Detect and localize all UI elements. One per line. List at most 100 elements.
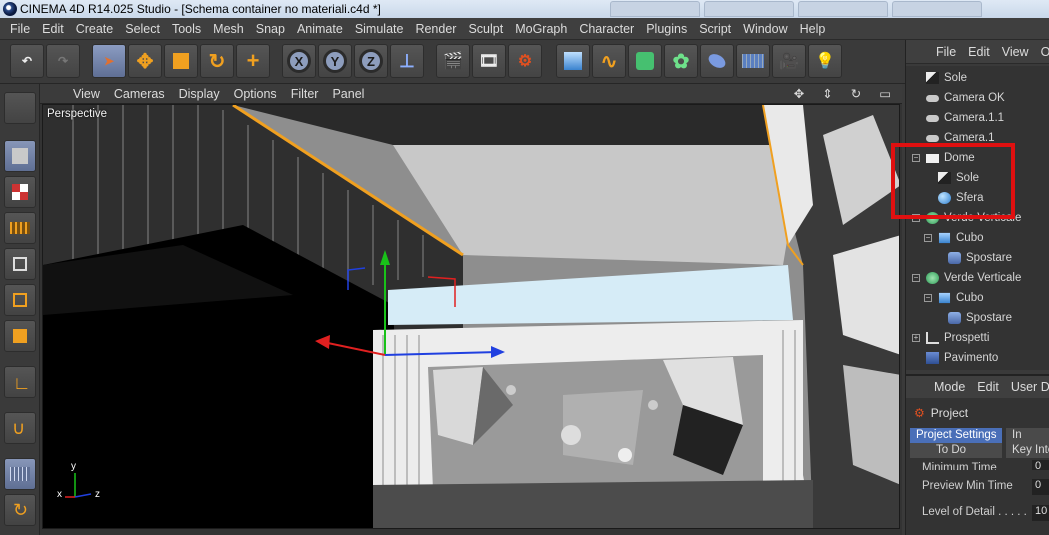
expand-toggle[interactable]: + <box>912 334 920 342</box>
background-window-tab[interactable] <box>798 1 888 17</box>
attributes-menu-edit[interactable]: Edit <box>971 380 1005 394</box>
camera-icon <box>926 135 939 142</box>
render-picture-viewer-button[interactable]: 🎞 <box>472 44 506 78</box>
menu-plugins[interactable]: Plugins <box>640 22 693 36</box>
level-of-detail-label: Level of Detail . . . . . <box>922 506 1027 518</box>
object-row[interactable]: − Cubo <box>906 228 1049 248</box>
pan-icon[interactable]: ✥ <box>787 86 811 101</box>
menu-render[interactable]: Render <box>409 22 462 36</box>
viewport-menu-filter[interactable]: Filter <box>284 87 326 101</box>
add-cube-button[interactable] <box>556 44 590 78</box>
tab-info[interactable]: In <box>1006 428 1049 443</box>
orbit-icon[interactable]: ↻ <box>844 86 868 101</box>
displacer-icon <box>948 312 961 324</box>
make-editable-button[interactable] <box>4 92 36 124</box>
object-row[interactable]: Spostare <box>906 308 1049 328</box>
render-view-button[interactable]: 🎬 <box>436 44 470 78</box>
viewport-menu-options[interactable]: Options <box>227 87 284 101</box>
viewport-menu-cameras[interactable]: Cameras <box>107 87 172 101</box>
z-axis-button[interactable]: Z <box>354 44 388 78</box>
viewport-menu-view[interactable]: View <box>66 87 107 101</box>
preview-min-time-field[interactable]: 0 <box>1032 479 1049 495</box>
menu-edit[interactable]: Edit <box>36 22 70 36</box>
object-row[interactable]: Pavimento <box>906 348 1049 368</box>
menu-mesh[interactable]: Mesh <box>207 22 250 36</box>
menu-animate[interactable]: Animate <box>291 22 349 36</box>
menu-sculpt[interactable]: Sculpt <box>462 22 509 36</box>
dolly-icon[interactable]: ⇕ <box>815 86 839 101</box>
attributes-title-text: Project <box>930 406 969 420</box>
perspective-viewport[interactable]: Perspective y x z <box>42 104 900 529</box>
menu-snap[interactable]: Snap <box>250 22 291 36</box>
axis-mode-button[interactable]: ∟ <box>4 366 36 398</box>
menu-file[interactable]: File <box>4 22 36 36</box>
menu-select[interactable]: Select <box>119 22 166 36</box>
menu-character[interactable]: Character <box>573 22 640 36</box>
rotate-tool-button[interactable]: ↻ <box>200 44 234 78</box>
render-settings-button[interactable]: ⚙ <box>508 44 542 78</box>
minimum-time-field[interactable]: 0 <box>1032 460 1049 470</box>
live-selection-button[interactable]: ➤ <box>92 44 126 78</box>
viewport-menu-display[interactable]: Display <box>172 87 227 101</box>
objects-menu-file[interactable]: File <box>930 45 962 59</box>
workplane-mode-button[interactable] <box>4 212 36 244</box>
tab-key-interpolation[interactable]: Key Inte <box>1006 443 1049 458</box>
objects-menu-view[interactable]: View <box>996 45 1035 59</box>
undo-button[interactable]: ↶ <box>10 44 44 78</box>
rotate-icon: ↻ <box>208 50 226 73</box>
object-row[interactable]: Camera.1.1 <box>906 108 1049 128</box>
object-name: Camera.1.1 <box>944 112 1005 124</box>
object-row[interactable]: + Prospetti <box>906 328 1049 348</box>
texture-mode-button[interactable] <box>4 176 36 208</box>
collapse-toggle[interactable]: − <box>924 294 932 302</box>
object-row[interactable]: Sole <box>906 68 1049 88</box>
background-window-tab[interactable] <box>610 1 700 17</box>
redo-button[interactable]: ↷ <box>46 44 80 78</box>
points-mode-button[interactable] <box>4 248 36 280</box>
object-row[interactable]: Spostare <box>906 248 1049 268</box>
menu-mograph[interactable]: MoGraph <box>509 22 573 36</box>
light-button[interactable]: 💡 <box>808 44 842 78</box>
maximize-view-icon[interactable]: ▭ <box>872 86 898 101</box>
tab-project-settings[interactable]: Project Settings <box>910 428 1002 443</box>
menu-tools[interactable]: Tools <box>166 22 207 36</box>
model-mode-button[interactable] <box>4 140 36 172</box>
scale-tool-button[interactable] <box>164 44 198 78</box>
snap-grid-button[interactable] <box>4 458 36 490</box>
tweak-mode-button[interactable]: ∪ <box>4 412 36 444</box>
y-axis-button[interactable]: Y <box>318 44 352 78</box>
move-tool-button[interactable]: ✥ <box>128 44 162 78</box>
attributes-menu-user-data[interactable]: User Da <box>1005 380 1049 394</box>
menu-help[interactable]: Help <box>794 22 832 36</box>
clapper-icon: 🎬 <box>443 53 463 70</box>
tab-to-do[interactable]: To Do <box>910 443 1002 458</box>
background-window-tab[interactable] <box>704 1 794 17</box>
deformer-button[interactable] <box>700 44 734 78</box>
nurbs-button[interactable] <box>628 44 662 78</box>
objects-menu-edit[interactable]: Edit <box>962 45 996 59</box>
background-window-tab[interactable] <box>892 1 982 17</box>
attributes-menu-mode[interactable]: Mode <box>928 380 971 394</box>
polygons-mode-button[interactable] <box>4 320 36 352</box>
collapse-toggle[interactable]: − <box>912 274 920 282</box>
scene-button[interactable] <box>736 44 770 78</box>
menu-window[interactable]: Window <box>737 22 793 36</box>
array-button[interactable]: ✿ <box>664 44 698 78</box>
coordinate-system-button[interactable]: ⊥ <box>390 44 424 78</box>
level-of-detail-field[interactable]: 10 <box>1032 505 1049 521</box>
spline-button[interactable]: ∿ <box>592 44 626 78</box>
viewport-menu-panel[interactable]: Panel <box>325 87 371 101</box>
last-tool-button[interactable]: + <box>236 44 270 78</box>
edges-mode-button[interactable] <box>4 284 36 316</box>
menu-simulate[interactable]: Simulate <box>349 22 410 36</box>
x-axis-button[interactable]: X <box>282 44 316 78</box>
menu-script[interactable]: Script <box>693 22 737 36</box>
object-row[interactable]: − Verde Verticale <box>906 268 1049 288</box>
objects-menu-objects[interactable]: Ob <box>1035 45 1049 59</box>
object-row[interactable]: Camera OK <box>906 88 1049 108</box>
object-row[interactable]: − Cubo <box>906 288 1049 308</box>
locked-workplane-button[interactable]: ↻ <box>4 494 36 526</box>
camera-button[interactable]: 🎥 <box>772 44 806 78</box>
menu-create[interactable]: Create <box>70 22 120 36</box>
collapse-toggle[interactable]: − <box>924 234 932 242</box>
